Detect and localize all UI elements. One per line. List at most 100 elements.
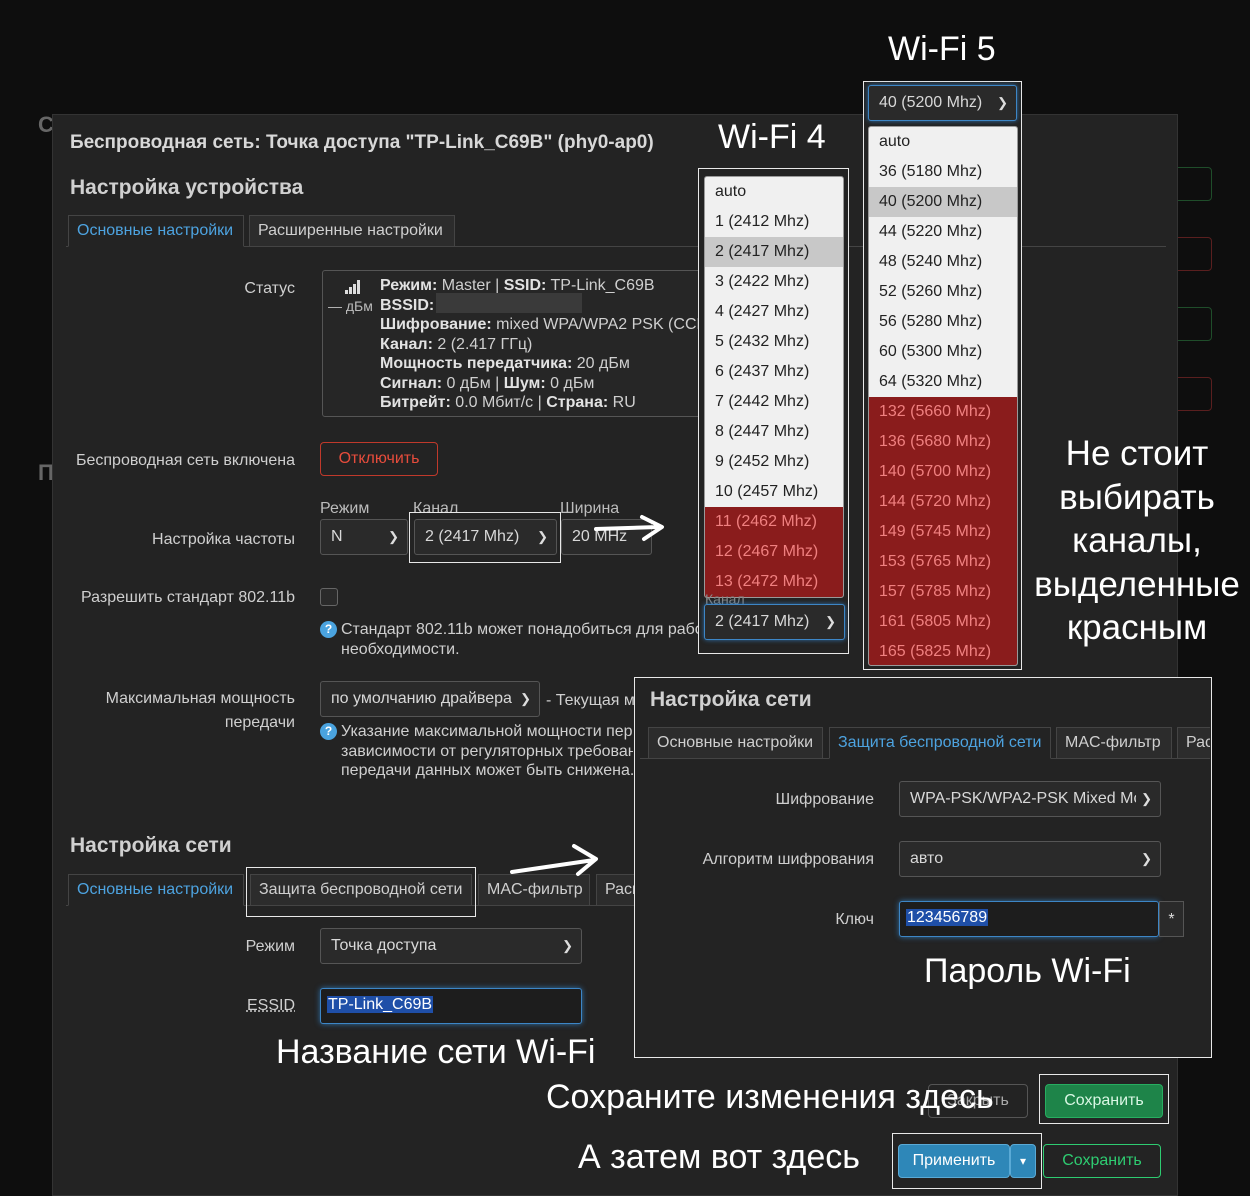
tab-net-basic[interactable]: Основные настройки	[68, 874, 244, 906]
channel-option[interactable]: 1 (2412 Mhz)	[705, 207, 843, 237]
encryption-label: Шифрование	[775, 791, 874, 808]
max-power-select[interactable]: по умолчанию драйвера ❯	[320, 681, 540, 717]
channel-option[interactable]: 153 (5765 Mhz)	[869, 547, 1017, 577]
apply-button[interactable]: Применить	[898, 1144, 1010, 1178]
channel-option[interactable]: 140 (5700 Mhz)	[869, 457, 1017, 487]
reveal-password-button[interactable]: *	[1159, 901, 1184, 937]
allow-11b-label: Разрешить стандарт 802.11b	[81, 589, 295, 606]
wifi-mode-select[interactable]: Точка доступа ❯	[320, 928, 582, 964]
background-button	[1172, 167, 1212, 201]
hw-mode-select[interactable]: N ❯	[320, 519, 408, 555]
channel-option[interactable]: 136 (5680 Mhz)	[869, 427, 1017, 457]
save-hint: Сохраните изменения здесь	[546, 1078, 994, 1116]
chevron-down-icon: ❯	[1141, 851, 1152, 866]
wireless-enabled-label: Беспроводная сеть включена	[75, 452, 295, 469]
tab-sec-advanced[interactable]: Расширенные настройки	[1177, 727, 1210, 759]
tab-device-advanced[interactable]: Расширенные настройки	[249, 215, 455, 247]
help-power-text-3: передачи данных может быть снижена.	[341, 762, 633, 779]
channel-option[interactable]: 3 (2422 Mhz)	[705, 267, 843, 297]
channel-option[interactable]: 9 (2452 Mhz)	[705, 447, 843, 477]
tab-sec-mac-filter[interactable]: MAC-фильтр	[1056, 727, 1172, 759]
help-11b-text: Стандарт 802.11b может понадобиться для …	[341, 621, 701, 638]
chevron-down-icon: ❯	[997, 95, 1008, 110]
channel-option[interactable]: 6 (2437 Mhz)	[705, 357, 843, 387]
save-button-2[interactable]: Сохранить	[1043, 1144, 1161, 1178]
channel-option[interactable]: 36 (5180 Mhz)	[869, 157, 1017, 187]
help-11b-text-2: необходимости.	[341, 641, 460, 658]
wifi4-channel-list[interactable]: auto 1 (2412 Mhz) 2 (2417 Mhz) 3 (2422 Mhz)…	[704, 176, 844, 598]
help-power-text: Указание максимальной мощности передачи …	[341, 723, 633, 740]
channel-option[interactable]: 132 (5660 Mhz)	[869, 397, 1017, 427]
help-icon: ?	[320, 621, 337, 638]
mode-sublabel: Режим	[320, 500, 370, 517]
status-channel: Канал: 2 (2.417 ГГц)	[380, 336, 533, 353]
disable-wireless-button[interactable]: Отключить	[320, 442, 438, 476]
wifi4-heading: Wi-Fi 4	[718, 118, 826, 156]
channel-option[interactable]: 7 (2442 Mhz)	[705, 387, 843, 417]
status-bssid: BSSID:	[380, 297, 435, 314]
channel-option[interactable]: 149 (5745 Mhz)	[869, 517, 1017, 547]
channel-option[interactable]: 144 (5720 Mhz)	[869, 487, 1017, 517]
tab-sec-basic[interactable]: Основные настройки	[648, 727, 823, 759]
channel-option[interactable]: 2 (2417 Mhz)	[705, 237, 843, 267]
arrow-annotation-icon	[594, 515, 664, 541]
max-power-label: Максимальная мощность	[105, 690, 295, 707]
channel-option[interactable]: 64 (5320 Mhz)	[869, 367, 1017, 397]
password-hint: Пароль Wi-Fi	[924, 952, 1131, 990]
channel-option[interactable]: 10 (2457 Mhz)	[705, 477, 843, 507]
apply-menu-button[interactable]: ▾	[1010, 1144, 1036, 1178]
wifi5-channel-list[interactable]: auto 36 (5180 Mhz) 40 (5200 Mhz) 44 (5220 M…	[868, 126, 1018, 666]
chevron-down-icon: ❯	[520, 691, 531, 706]
save-button[interactable]: Сохранить	[1045, 1084, 1163, 1118]
channel-option[interactable]: auto	[869, 127, 1017, 157]
channel-option[interactable]: 12 (2467 Mhz)	[705, 537, 843, 567]
ssid-hint: Название сети Wi-Fi	[276, 1033, 596, 1071]
modal-title: Беспроводная сеть: Точка доступа "TP-Lin…	[70, 132, 654, 153]
channel-option[interactable]: 44 (5220 Mhz)	[869, 217, 1017, 247]
device-settings-heading: Настройка устройства	[70, 176, 304, 199]
channel-option[interactable]: 11 (2462 Mhz)	[705, 507, 843, 537]
cipher-label: Алгоритм шифрования	[702, 851, 874, 868]
allow-11b-checkbox[interactable]	[320, 588, 338, 606]
tab-net-advanced[interactable]: Расширенные настройки	[596, 874, 634, 906]
channel-option[interactable]: 40 (5200 Mhz)	[869, 187, 1017, 217]
background-button	[1172, 307, 1212, 341]
channel-option[interactable]: 52 (5260 Mhz)	[869, 277, 1017, 307]
key-input[interactable]: 123456789	[899, 901, 1159, 937]
wifi-mode-label: Режим	[245, 938, 295, 955]
highlight-frame-security-tab	[246, 867, 476, 917]
essid-label: ESSID	[246, 997, 295, 1014]
channel-option[interactable]: 56 (5280 Mhz)	[869, 307, 1017, 337]
bssid-redacted	[436, 293, 582, 313]
wifi5-channel-select[interactable]: 40 (5200 Mhz) ❯	[868, 85, 1017, 121]
chevron-down-icon: ❯	[388, 529, 399, 544]
current-power-text: - Текущая мощность: 20 дБм	[546, 692, 634, 709]
channel-option[interactable]: 5 (2432 Mhz)	[705, 327, 843, 357]
bad-channels-warning: Не стоит выбирать каналы, выделенные кра…	[1034, 434, 1240, 647]
channel-option[interactable]: 161 (5805 Mhz)	[869, 607, 1017, 637]
background-button	[1172, 237, 1212, 271]
help-icon: ?	[320, 723, 337, 740]
status-encryption: Шифрование: mixed WPA/WPA2 PSK (CCMP)	[380, 316, 708, 333]
channel-option[interactable]: 4 (2427 Mhz)	[705, 297, 843, 327]
max-power-label-2: передачи	[224, 714, 295, 731]
status-signal-noise: Сигнал: 0 дБм | Шум: 0 дБм	[380, 375, 595, 392]
channel-option[interactable]: auto	[705, 177, 843, 207]
status-bitrate-country: Битрейт: 0.0 Мбит/с | Страна: RU	[380, 394, 636, 411]
help-power-text-2: зависимости от регуляторных требований. …	[341, 743, 633, 760]
channel-option[interactable]: 60 (5300 Mhz)	[869, 337, 1017, 367]
channel-option[interactable]: 48 (5240 Mhz)	[869, 247, 1017, 277]
tab-device-basic[interactable]: Основные настройки	[68, 215, 244, 247]
security-panel-heading: Настройка сети	[650, 688, 812, 711]
background-button	[1172, 377, 1212, 411]
wifi4-channel-select[interactable]: 2 (2417 Mhz) ❯	[704, 604, 845, 640]
channel-option[interactable]: 157 (5785 Mhz)	[869, 577, 1017, 607]
frequency-settings-label: Настройка частоты	[152, 531, 295, 548]
tab-sec-security[interactable]: Защита беспроводной сети	[829, 727, 1051, 759]
channel-option[interactable]: 165 (5825 Mhz)	[869, 637, 1017, 665]
cipher-select[interactable]: авто ❯	[899, 841, 1161, 877]
encryption-select[interactable]: WPA-PSK/WPA2-PSK Mixed Mode ❯	[899, 781, 1161, 817]
essid-input[interactable]: TP-Link_C69B	[320, 988, 582, 1024]
key-label: Ключ	[835, 911, 874, 928]
channel-option[interactable]: 8 (2447 Mhz)	[705, 417, 843, 447]
